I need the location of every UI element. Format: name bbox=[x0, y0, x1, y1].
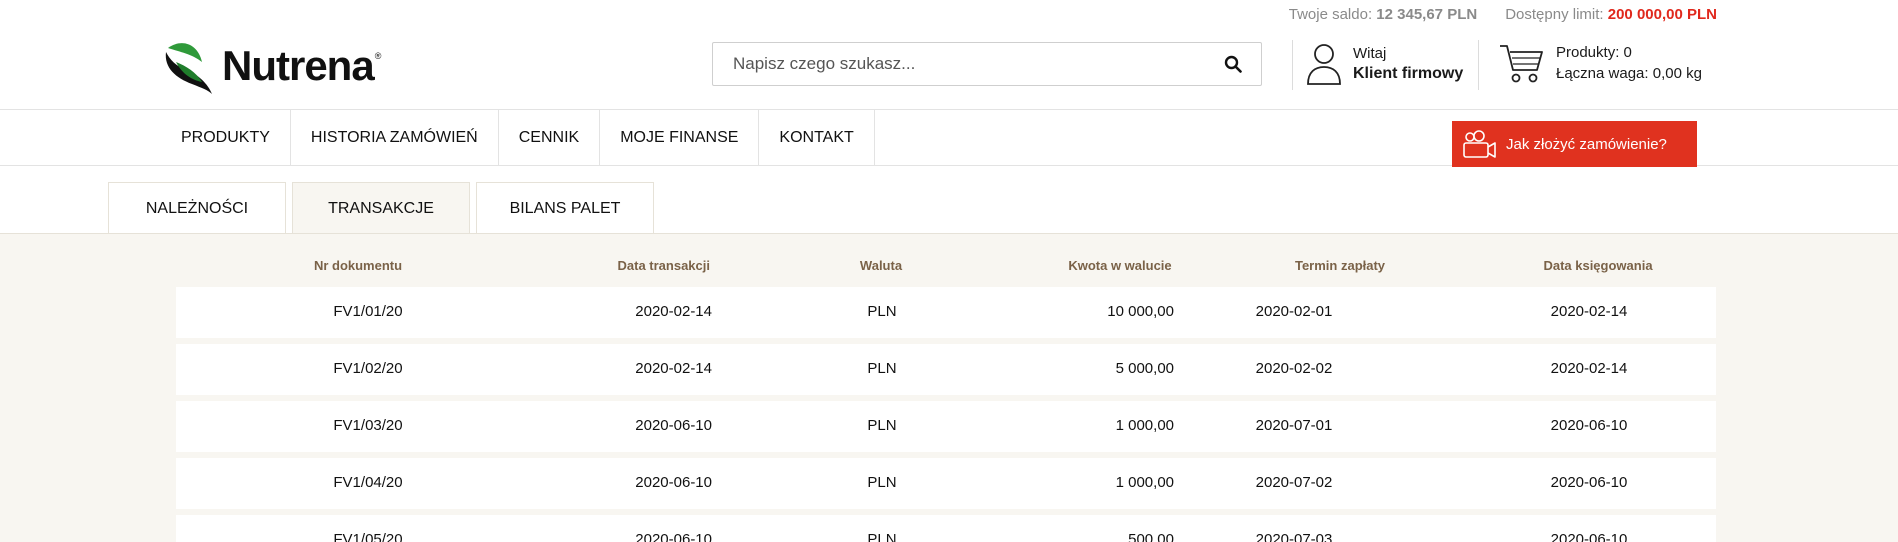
credit-limit: Dostępny limit: 200 000,00 PLN bbox=[1505, 6, 1717, 23]
finance-tabs: NALEŻNOŚCI TRANSAKCJE BILANS PALET bbox=[108, 182, 654, 234]
brand-logo[interactable]: Nutrena ® bbox=[162, 38, 381, 94]
tab-transactions[interactable]: TRANSAKCJE bbox=[292, 182, 470, 234]
table-row[interactable]: FV1/03/20 2020-06-10 PLN 1 000,00 2020-0… bbox=[176, 401, 1716, 452]
table-row[interactable]: FV1/02/20 2020-02-14 PLN 5 000,00 2020-0… bbox=[176, 344, 1716, 395]
cell-document-no: FV1/02/20 bbox=[333, 360, 403, 377]
cell-document-no: FV1/05/20 bbox=[333, 531, 403, 542]
cell-posting-date: 2020-02-14 bbox=[1550, 360, 1628, 377]
cart-products: Produkty: 0 bbox=[1556, 44, 1632, 61]
cell-amount: 1 000,00 bbox=[1115, 417, 1174, 434]
nav-item-order-history[interactable]: HISTORIA ZAMÓWIEŃ bbox=[291, 110, 499, 165]
nav-item-products[interactable]: PRODUKTY bbox=[161, 110, 291, 165]
cell-currency: PLN bbox=[867, 303, 897, 320]
cell-due-date: 2020-02-02 bbox=[1255, 360, 1333, 377]
column-header-document-no[interactable]: Nr dokumentu bbox=[314, 258, 402, 273]
column-header-due-date[interactable]: Termin zapłaty bbox=[1295, 258, 1385, 273]
nav-item-contact[interactable]: KONTAKT bbox=[759, 110, 875, 165]
cell-due-date: 2020-07-03 bbox=[1255, 531, 1333, 542]
divider bbox=[1478, 40, 1479, 90]
column-header-amount[interactable]: Kwota w walucie bbox=[1068, 258, 1171, 273]
cart-summary[interactable]: Produkty: 0 Łączna waga: 0,00 kg bbox=[1498, 42, 1702, 84]
nav-item-price-list[interactable]: CENNIK bbox=[499, 110, 601, 165]
cell-amount: 500,00 bbox=[1128, 531, 1174, 542]
main-navigation-bar: PRODUKTY HISTORIA ZAMÓWIEŃ CENNIK MOJE F… bbox=[0, 109, 1898, 167]
cell-amount: 5 000,00 bbox=[1115, 360, 1174, 377]
cell-amount: 10 000,00 bbox=[1107, 303, 1174, 320]
main-nav: PRODUKTY HISTORIA ZAMÓWIEŃ CENNIK MOJE F… bbox=[161, 110, 875, 165]
cell-due-date: 2020-07-01 bbox=[1255, 417, 1333, 434]
transactions-panel: Nr dokumentu Data transakcji Waluta Kwot… bbox=[0, 233, 1898, 542]
account-summary: Twoje saldo: 12 345,67 PLN Dostępny limi… bbox=[1289, 6, 1717, 23]
brand-name: Nutrena bbox=[222, 42, 375, 89]
column-header-transaction-date[interactable]: Data transakcji bbox=[618, 258, 711, 273]
how-to-order-label: Jak złożyć zamówienie? bbox=[1506, 135, 1667, 153]
cell-currency: PLN bbox=[867, 360, 897, 377]
tab-pallet-balance[interactable]: BILANS PALET bbox=[476, 182, 654, 234]
user-icon bbox=[1307, 44, 1341, 85]
cell-amount: 1 000,00 bbox=[1115, 474, 1174, 491]
user-greeting: Witaj bbox=[1353, 45, 1387, 62]
cell-transaction-date: 2020-02-14 bbox=[635, 360, 712, 377]
table-row[interactable]: FV1/04/20 2020-06-10 PLN 1 000,00 2020-0… bbox=[176, 458, 1716, 509]
cell-document-no: FV1/04/20 bbox=[333, 474, 403, 491]
nav-item-my-finances[interactable]: MOJE FINANSE bbox=[600, 110, 760, 165]
cell-currency: PLN bbox=[867, 417, 897, 434]
divider bbox=[1292, 40, 1293, 90]
user-account[interactable]: Witaj Klient firmowy bbox=[1305, 42, 1463, 86]
table-row[interactable]: FV1/01/20 2020-02-14 PLN 10 000,00 2020-… bbox=[176, 287, 1716, 338]
user-name: Klient firmowy bbox=[1353, 65, 1464, 82]
cell-currency: PLN bbox=[867, 531, 897, 542]
search-input[interactable] bbox=[713, 43, 1205, 85]
table-header: Nr dokumentu Data transakcji Waluta Kwot… bbox=[176, 258, 1716, 278]
cell-transaction-date: 2020-06-10 bbox=[635, 474, 712, 491]
cell-document-no: FV1/01/20 bbox=[333, 303, 403, 320]
balance: Twoje saldo: 12 345,67 PLN bbox=[1289, 6, 1477, 23]
limit-value: 200 000,00 PLN bbox=[1607, 6, 1717, 23]
balance-label: Twoje saldo: bbox=[1288, 6, 1373, 23]
cell-posting-date: 2020-06-10 bbox=[1550, 531, 1628, 542]
column-header-posting-date[interactable]: Data księgowania bbox=[1543, 258, 1652, 273]
video-call-icon bbox=[1463, 130, 1496, 158]
cell-currency: PLN bbox=[867, 474, 897, 491]
cell-posting-date: 2020-06-10 bbox=[1550, 474, 1628, 491]
registered-mark: ® bbox=[374, 51, 382, 61]
limit-label: Dostępny limit: bbox=[1505, 6, 1604, 23]
cell-transaction-date: 2020-06-10 bbox=[635, 531, 712, 542]
search-box bbox=[712, 42, 1262, 86]
search-icon bbox=[1224, 55, 1242, 73]
cell-posting-date: 2020-06-10 bbox=[1550, 417, 1628, 434]
leaf-logo-icon bbox=[165, 43, 212, 94]
balance-value: 12 345,67 PLN bbox=[1376, 6, 1478, 23]
cart-icon bbox=[1500, 45, 1543, 83]
cart-weight: Łączna waga: 0,00 kg bbox=[1556, 65, 1702, 82]
cell-due-date: 2020-07-02 bbox=[1255, 474, 1333, 491]
cell-document-no: FV1/03/20 bbox=[333, 417, 403, 434]
tab-receivables[interactable]: NALEŻNOŚCI bbox=[108, 182, 286, 234]
search-button[interactable] bbox=[1205, 43, 1261, 85]
cell-posting-date: 2020-02-14 bbox=[1550, 303, 1628, 320]
column-header-currency[interactable]: Waluta bbox=[860, 258, 902, 273]
cell-transaction-date: 2020-06-10 bbox=[635, 417, 712, 434]
how-to-order-button[interactable]: Jak złożyć zamówienie? bbox=[1452, 121, 1697, 167]
cell-due-date: 2020-02-01 bbox=[1255, 303, 1333, 320]
table-row[interactable]: FV1/05/20 2020-06-10 PLN 500,00 2020-07-… bbox=[176, 515, 1716, 542]
cell-transaction-date: 2020-02-14 bbox=[635, 303, 712, 320]
